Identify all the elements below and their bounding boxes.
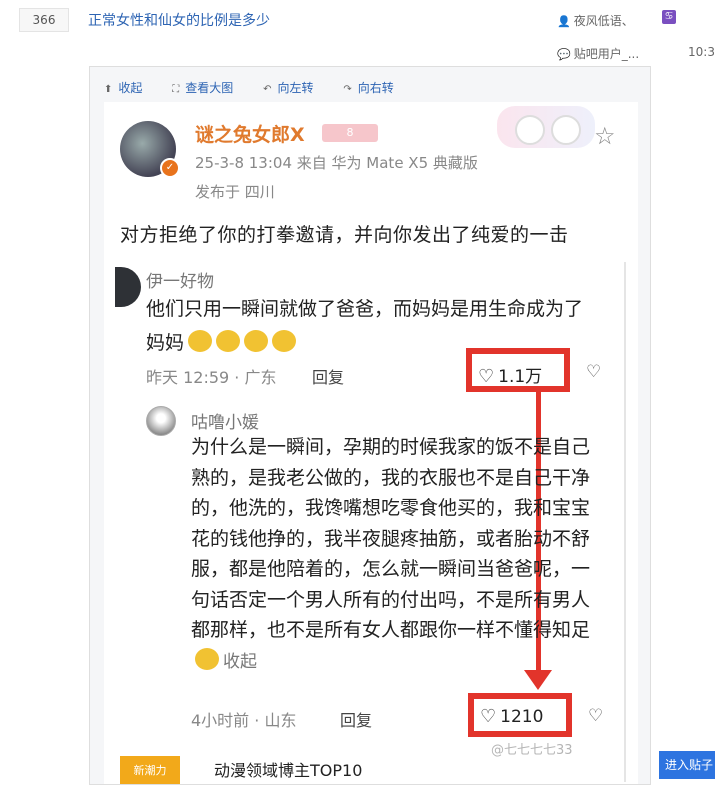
last-reply-time: 10:38 — [688, 45, 715, 59]
comment1-text-content: 他们只用一瞬间就做了爸爸，而妈妈是用生命成为了妈妈 — [146, 298, 584, 354]
comment1-reply: 回复 — [312, 368, 345, 387]
post-meta: 25-3-8 13:04 来自 华为 Mate X5 典藏版 — [195, 154, 478, 172]
comment2-reply: 回复 — [340, 711, 373, 730]
last-reply-user[interactable]: 💬 贴吧用户_... — [557, 45, 639, 62]
collapse-button[interactable]: ⬆ 收起 — [104, 79, 142, 96]
rotate-left-label: 向左转 — [277, 81, 314, 95]
tongue-emoji-icon — [195, 647, 219, 670]
sad-emoji-icon — [188, 330, 213, 352]
cartoon-decoration — [497, 106, 595, 148]
reply-count: 366 — [19, 8, 69, 32]
comment2-text-content: 为什么是一瞬间，孕期的时候我家的饭不是自己熟的，是我老公做的，我的衣服也不是自己… — [191, 436, 591, 641]
comment2-text: 为什么是一瞬间，孕期的时候我家的饭不是自己熟的，是我老公做的，我的衣服也不是自己… — [191, 432, 591, 677]
expand-icon: ⛶ — [172, 84, 180, 95]
rotate-left-button[interactable]: ↶ 向左转 — [263, 79, 313, 96]
image-toolbar: ⬆ 收起 ⛶ 查看大图 ↶ 向左转 ↷ 向右转 — [104, 79, 420, 97]
comment2-fold: 收起 — [223, 651, 257, 672]
image-preview-panel: ⬆ 收起 ⛶ 查看大图 ↶ 向左转 ↷ 向右转 ✓ 谜之兔女郎X 8 ☆ 25-3-8 … — [89, 66, 651, 785]
post-text: 对方拒绝了你的打拳邀请，并向你发出了纯爱的一击 — [120, 224, 569, 246]
poster-username: 谜之兔女郎X — [195, 124, 305, 146]
comment2-username: 咕噜小媛 — [191, 413, 259, 433]
broken-heart-icon: ♡ — [588, 706, 604, 726]
comment1-avatar — [115, 267, 141, 307]
comment2-meta: 4小时前 · 山东 — [191, 711, 297, 730]
post-location: 发布于 四川 — [195, 183, 275, 201]
promo-text: 动漫领域博主TOP10 — [214, 761, 363, 780]
view-large-label: 查看大图 — [185, 81, 234, 95]
promo-tag: 新潮力 — [120, 756, 180, 784]
star-icon: ☆ — [594, 122, 616, 150]
thread-author[interactable]: 👤 夜风低语、 — [557, 12, 634, 29]
rotate-right-button[interactable]: ↷ 向右转 — [343, 79, 393, 96]
crying-emoji-icon — [272, 330, 297, 352]
crying-emoji-icon — [216, 330, 241, 352]
user-icon: 👤 — [557, 15, 571, 28]
comment2-avatar — [146, 406, 176, 436]
comment1-meta: 昨天 12:59 · 广东 — [146, 368, 277, 387]
crying-emoji-icon — [244, 330, 269, 352]
enter-thread-button[interactable]: 进入贴子 — [659, 751, 715, 779]
broken-heart-icon: ♡ — [586, 362, 602, 382]
cat-icon — [515, 115, 545, 145]
author-name[interactable]: 夜风低语、 — [574, 14, 634, 28]
reply-icon: 💬 — [557, 48, 571, 61]
highlight-box-2 — [468, 693, 572, 737]
rabbit-icon — [551, 115, 581, 145]
thread-title-link[interactable]: 正常女性和仙女的比例是多少 — [88, 10, 270, 30]
last-reply-name[interactable]: 贴吧用户_... — [574, 47, 639, 61]
post-screenshot-image[interactable]: ✓ 谜之兔女郎X 8 ☆ 25-3-8 13:04 来自 华为 Mate X5 … — [104, 102, 638, 784]
collapse-label: 收起 — [118, 81, 143, 95]
highlight-box-1 — [466, 348, 570, 392]
collapse-icon: ⬆ — [104, 84, 113, 95]
scroll-divider — [624, 262, 626, 782]
level-badge: 8 — [322, 124, 378, 142]
rotate-left-icon: ↶ — [263, 84, 272, 95]
rotate-right-label: 向右转 — [357, 81, 394, 95]
comment1-username: 伊一好物 — [146, 272, 214, 292]
author-badge-icon: ♋ — [662, 10, 676, 24]
verified-badge-icon: ✓ — [160, 158, 180, 178]
view-large-button[interactable]: ⛶ 查看大图 — [172, 79, 233, 96]
watermark: @七七七七33 — [491, 743, 573, 758]
rotate-right-icon: ↷ — [343, 84, 352, 95]
